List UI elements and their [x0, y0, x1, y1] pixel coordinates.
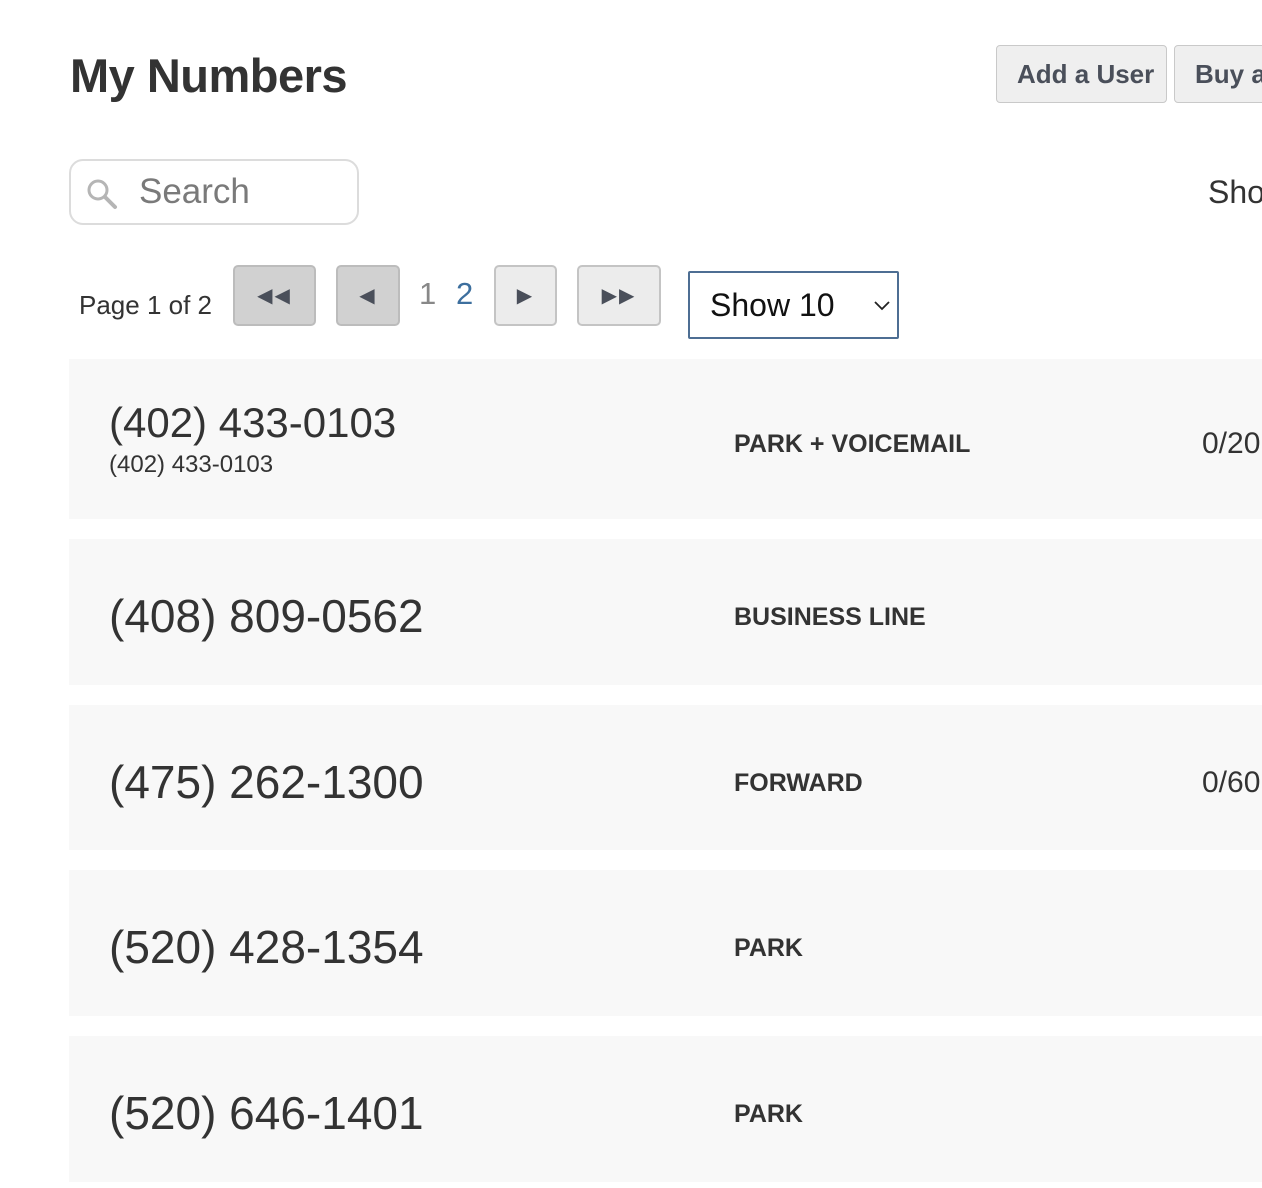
phone-number: (475) 262-1300	[109, 756, 424, 808]
page-title: My Numbers	[70, 49, 348, 102]
number-usage: 0/20	[1202, 427, 1261, 460]
chevron-down-icon	[874, 301, 890, 311]
page-link-1[interactable]: 1	[419, 276, 436, 312]
number-row[interactable]: (402) 433-0103 (402) 433-0103 PARK + VOI…	[69, 359, 1262, 519]
number-row[interactable]: (520) 646-1401 PARK	[69, 1036, 1262, 1182]
search-input[interactable]	[139, 169, 349, 215]
last-page-button[interactable]: ▶▶	[577, 265, 661, 326]
show-label: Sho	[1208, 174, 1262, 210]
number-type: BUSINESS LINE	[734, 603, 926, 631]
page-indicator: Page 1 of 2	[79, 290, 212, 320]
page-size-value: Show 10	[710, 287, 835, 323]
double-right-arrow-icon: ▶▶	[601, 285, 637, 307]
my-numbers-page: My Numbers Add a User Buy a Sho Page 1 o…	[0, 0, 1262, 1188]
number-usage: 0/60	[1202, 766, 1261, 799]
next-page-button[interactable]: ▶	[494, 265, 557, 326]
number-row[interactable]: (520) 428-1354 PARK	[69, 870, 1262, 1016]
number-row[interactable]: (408) 809-0562 BUSINESS LINE	[69, 539, 1262, 685]
page-size-select[interactable]: Show 10	[688, 271, 899, 339]
number-type: FORWARD	[734, 769, 863, 797]
first-page-button[interactable]: ◀◀	[233, 265, 316, 326]
left-arrow-icon: ◀	[359, 285, 377, 307]
add-user-button[interactable]: Add a User	[996, 45, 1167, 103]
phone-number-label: (402) 433-0103	[109, 451, 274, 478]
double-left-arrow-icon: ◀◀	[257, 285, 292, 307]
right-arrow-icon: ▶	[516, 285, 535, 307]
phone-number: (408) 809-0562	[109, 590, 424, 642]
buy-number-button[interactable]: Buy a	[1174, 45, 1262, 103]
number-type: PARK + VOICEMAIL	[734, 430, 971, 458]
phone-number: (520) 646-1401	[109, 1087, 424, 1139]
number-type: PARK	[734, 1100, 803, 1128]
page-link-2[interactable]: 2	[456, 276, 473, 312]
number-type: PARK	[734, 934, 803, 962]
phone-number: (520) 428-1354	[109, 921, 424, 973]
search-icon	[87, 179, 117, 209]
number-row[interactable]: (475) 262-1300 FORWARD 0/60	[69, 705, 1262, 850]
search-box[interactable]	[69, 159, 359, 225]
phone-number: (402) 433-0103	[109, 399, 397, 446]
previous-page-button[interactable]: ◀	[336, 265, 400, 326]
